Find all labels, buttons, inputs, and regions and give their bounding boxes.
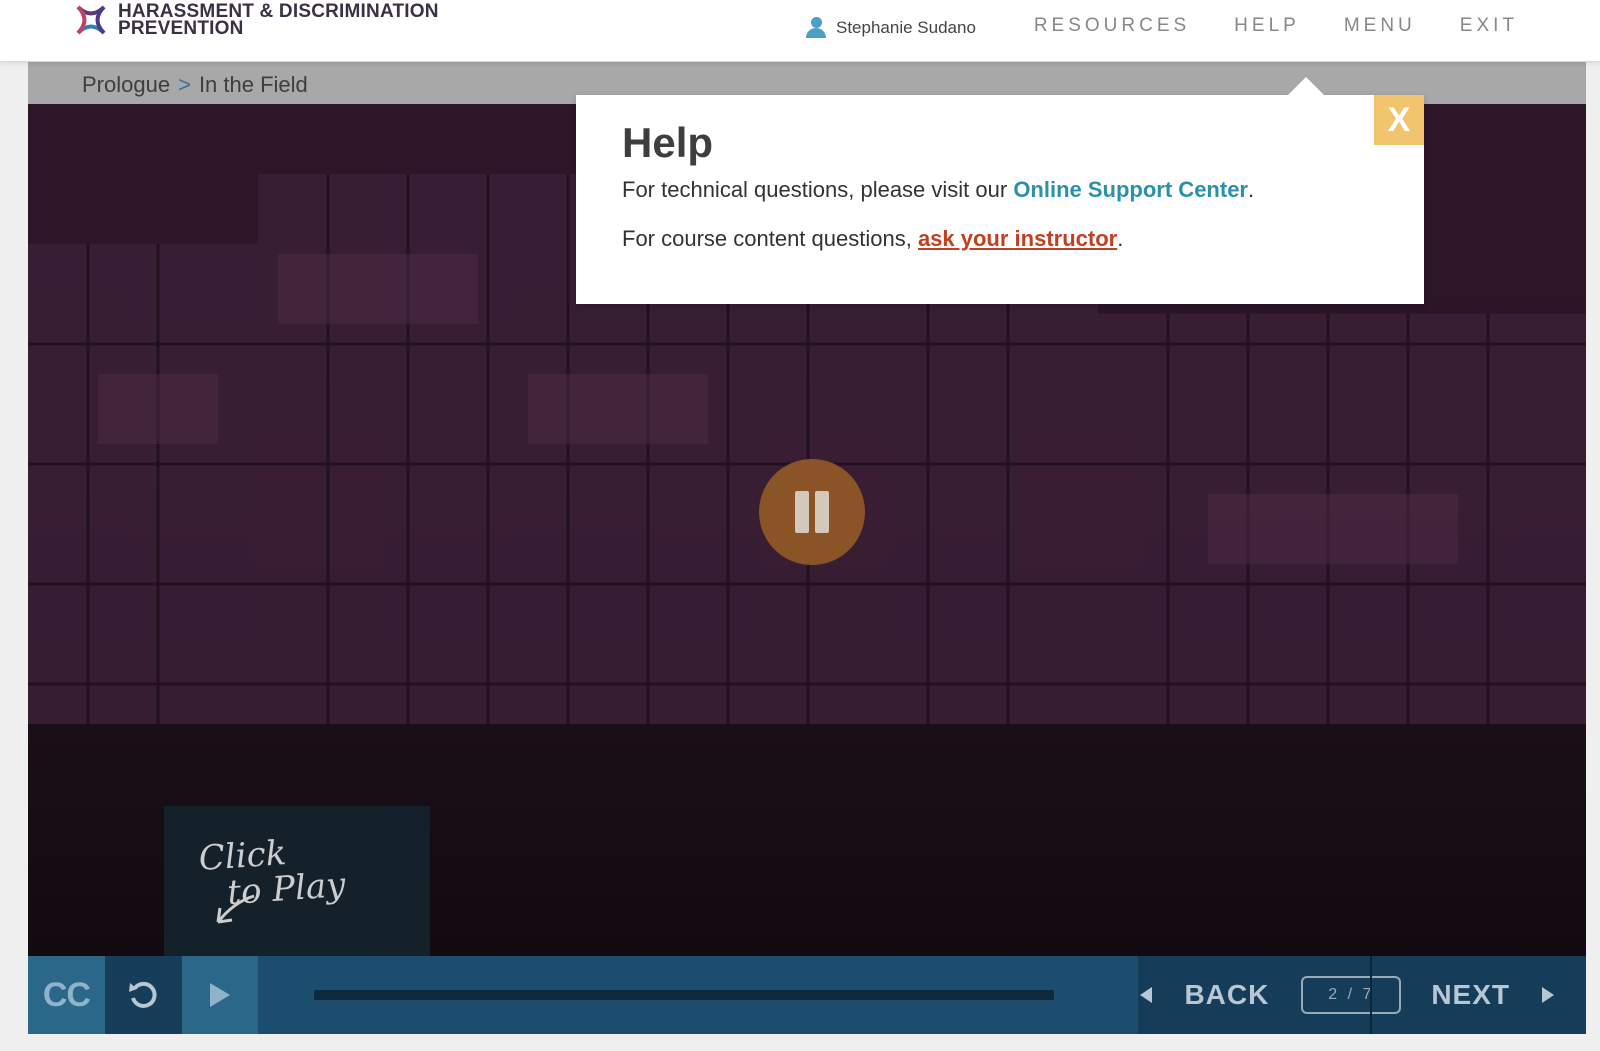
help-title: Help: [622, 119, 714, 166]
help-content-suffix: .: [1117, 226, 1124, 251]
nav-menu[interactable]: MENU: [1344, 15, 1416, 37]
user-name: Stephanie Sudano: [836, 18, 976, 37]
nav-help[interactable]: HELP: [1234, 15, 1300, 37]
player-controls: CC BACK 2 / 7 NEXT: [28, 956, 1587, 1034]
play-icon: [210, 983, 231, 1007]
closed-captions-button[interactable]: CC: [28, 956, 105, 1034]
logo-text: HARASSMENT & DISCRIMINATION PREVENTION: [118, 2, 439, 39]
page-counter: 2 / 7: [1301, 976, 1402, 1014]
next-button[interactable]: NEXT: [1431, 979, 1556, 1011]
arrow-icon: [216, 894, 255, 924]
back-button[interactable]: BACK: [1138, 979, 1269, 1011]
progress-divider: [1370, 956, 1373, 1034]
help-popover: X Help For technical questions, please v…: [576, 77, 1424, 304]
pause-icon-bar-right: [815, 491, 829, 533]
chevron-left-icon: [1140, 987, 1153, 1003]
help-caret: [1288, 77, 1324, 95]
help-close-button[interactable]: X: [1374, 95, 1424, 145]
pause-button[interactable]: [759, 459, 865, 565]
progress-area: [258, 956, 1138, 1034]
help-technical-prefix: For technical questions, please visit ou…: [622, 177, 1014, 202]
pause-icon-bar-left: [795, 491, 809, 533]
back-label: BACK: [1184, 979, 1270, 1010]
help-content-line: For course content questions, ask your i…: [622, 226, 1123, 252]
user-icon: [806, 17, 826, 39]
play-button[interactable]: [181, 956, 259, 1034]
ask-instructor-link[interactable]: ask your instructor: [918, 226, 1117, 251]
replay-icon: [129, 981, 157, 1008]
user-info[interactable]: Stephanie Sudano: [806, 17, 976, 39]
breadcrumb-current: In the Field: [198, 72, 308, 97]
breadcrumb: Prologue > In the Field: [82, 72, 308, 98]
next-label: NEXT: [1431, 979, 1511, 1010]
logo-icon: [76, 5, 106, 35]
click-to-play-card[interactable]: Click to Play: [164, 806, 430, 956]
top-header: HARASSMENT & DISCRIMINATION PREVENTION S…: [0, 0, 1600, 62]
progress-bar[interactable]: [314, 990, 1055, 1000]
replay-button[interactable]: [104, 956, 182, 1034]
top-nav: RESOURCES HELP MENU EXIT: [1034, 15, 1518, 37]
nav-exit[interactable]: EXIT: [1460, 15, 1518, 37]
breadcrumb-parent[interactable]: Prologue: [82, 72, 170, 98]
breadcrumb-separator: >: [178, 72, 191, 97]
logo-line-2: PREVENTION: [118, 18, 244, 39]
online-support-center-link[interactable]: Online Support Center: [1013, 177, 1248, 202]
chevron-right-icon: [1542, 987, 1555, 1003]
nav-resources[interactable]: RESOURCES: [1034, 15, 1190, 37]
page-navigation: BACK 2 / 7 NEXT: [1138, 956, 1587, 1034]
help-technical-suffix: .: [1248, 177, 1255, 202]
help-content-prefix: For course content questions,: [622, 226, 918, 251]
app-logo[interactable]: HARASSMENT & DISCRIMINATION PREVENTION: [72, 0, 439, 40]
help-technical-line: For technical questions, please visit ou…: [622, 177, 1254, 203]
